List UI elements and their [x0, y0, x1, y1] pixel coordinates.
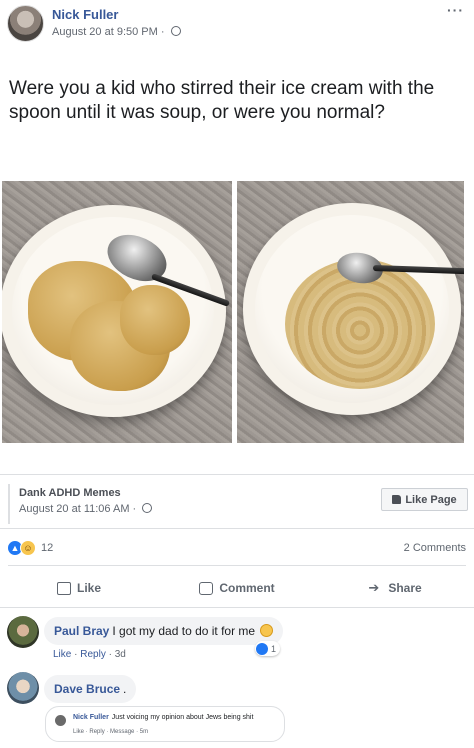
nested-age: 5m	[139, 729, 149, 735]
haha-reaction-icon: ☺	[20, 540, 36, 556]
nested-comment-author: Nick Fuller	[73, 714, 109, 721]
nested-message: Message	[110, 729, 135, 735]
comment-like-link[interactable]: Like	[53, 649, 71, 660]
more-options-icon[interactable]: ···	[447, 2, 464, 18]
share-label: Share	[388, 581, 422, 595]
comment-reaction-badge[interactable]: 1	[255, 641, 281, 656]
page-timestamp-text[interactable]: August 20 at 11:06 AM	[19, 503, 129, 515]
author-name[interactable]: Nick Fuller	[52, 7, 118, 22]
nested-avatar	[55, 715, 66, 726]
page-timestamp: August 20 at 11:06 AM ·	[19, 503, 153, 515]
nested-like: Like	[73, 729, 85, 735]
comment-label: Comment	[219, 581, 275, 595]
post-image[interactable]	[2, 181, 464, 443]
divider	[0, 607, 474, 608]
like-page-label: Like Page	[405, 493, 457, 506]
page-name[interactable]: Dank ADHD Memes	[19, 487, 121, 499]
comment-meta: Like · Reply · 3d	[53, 649, 126, 660]
comment-author[interactable]: Paul Bray	[54, 624, 109, 638]
image-panel-scooped	[2, 181, 232, 443]
globe-icon	[142, 503, 153, 513]
nested-reply: Reply	[89, 729, 105, 735]
commenter-avatar[interactable]	[7, 672, 39, 704]
commenter-avatar[interactable]	[7, 616, 39, 648]
action-bar: Like Comment Share	[0, 571, 474, 605]
image-panel-melted	[237, 181, 464, 443]
share-button[interactable]: Share	[316, 571, 474, 605]
shared-page-attribution: Dank ADHD Memes August 20 at 11:06 AM · …	[8, 484, 468, 524]
globe-icon	[170, 26, 181, 36]
page-timestamp-separator: ·	[132, 503, 137, 515]
nested-comment-meta: Like · Reply · Message · 5m	[73, 729, 148, 735]
comment-reply-link[interactable]: Reply	[80, 649, 106, 660]
divider	[0, 528, 474, 529]
like-page-button[interactable]: Like Page	[381, 488, 468, 511]
divider	[0, 474, 474, 475]
nested-comment-body: Just voicing my opinion about Jews being…	[111, 714, 254, 721]
comment-text: .	[123, 682, 127, 696]
comment-count[interactable]: 2 Comments	[404, 542, 466, 554]
thumbs-up-icon	[392, 495, 402, 504]
share-arrow-icon	[368, 580, 382, 596]
like-button[interactable]: Like	[0, 571, 158, 605]
comment-bubble: Dave Bruce.	[44, 675, 137, 703]
reaction-count: 12	[41, 542, 54, 554]
post-timestamp: August 20 at 9:50 PM ·	[52, 26, 181, 38]
post-timestamp-text[interactable]: August 20 at 9:50 PM	[52, 26, 158, 38]
ice-cream-scoop	[120, 285, 190, 355]
like-label: Like	[76, 581, 101, 595]
post-caption: Were you a kid who stirred their ice cre…	[9, 78, 435, 123]
comment-text: I got my dad to do it for me	[112, 624, 256, 638]
author-avatar[interactable]	[7, 5, 44, 42]
post-timestamp-separator: ·	[160, 26, 165, 38]
comment-reaction-count: 1	[271, 643, 277, 654]
comment-button[interactable]: Comment	[158, 571, 316, 605]
nested-comment-text: Nick Fuller Just voicing my opinion about…	[73, 714, 253, 721]
thumbs-up-icon	[56, 581, 71, 595]
comment-bubble-icon	[199, 581, 214, 595]
comment-age[interactable]: 3d	[115, 649, 126, 660]
comment-bubble: Paul Bray I got my dad to do it for me	[44, 617, 284, 645]
reaction-summary[interactable]: ▲ ☺ 12	[7, 539, 53, 557]
like-reaction-icon	[256, 642, 268, 655]
laughing-emoji-icon	[260, 624, 274, 637]
comment-attached-image[interactable]: Nick Fuller Just voicing my opinion about…	[45, 706, 285, 742]
post-header: Nick Fuller August 20 at 9:50 PM · ···	[0, 0, 474, 52]
comment-author[interactable]: Dave Bruce	[54, 682, 120, 696]
divider	[8, 565, 466, 566]
